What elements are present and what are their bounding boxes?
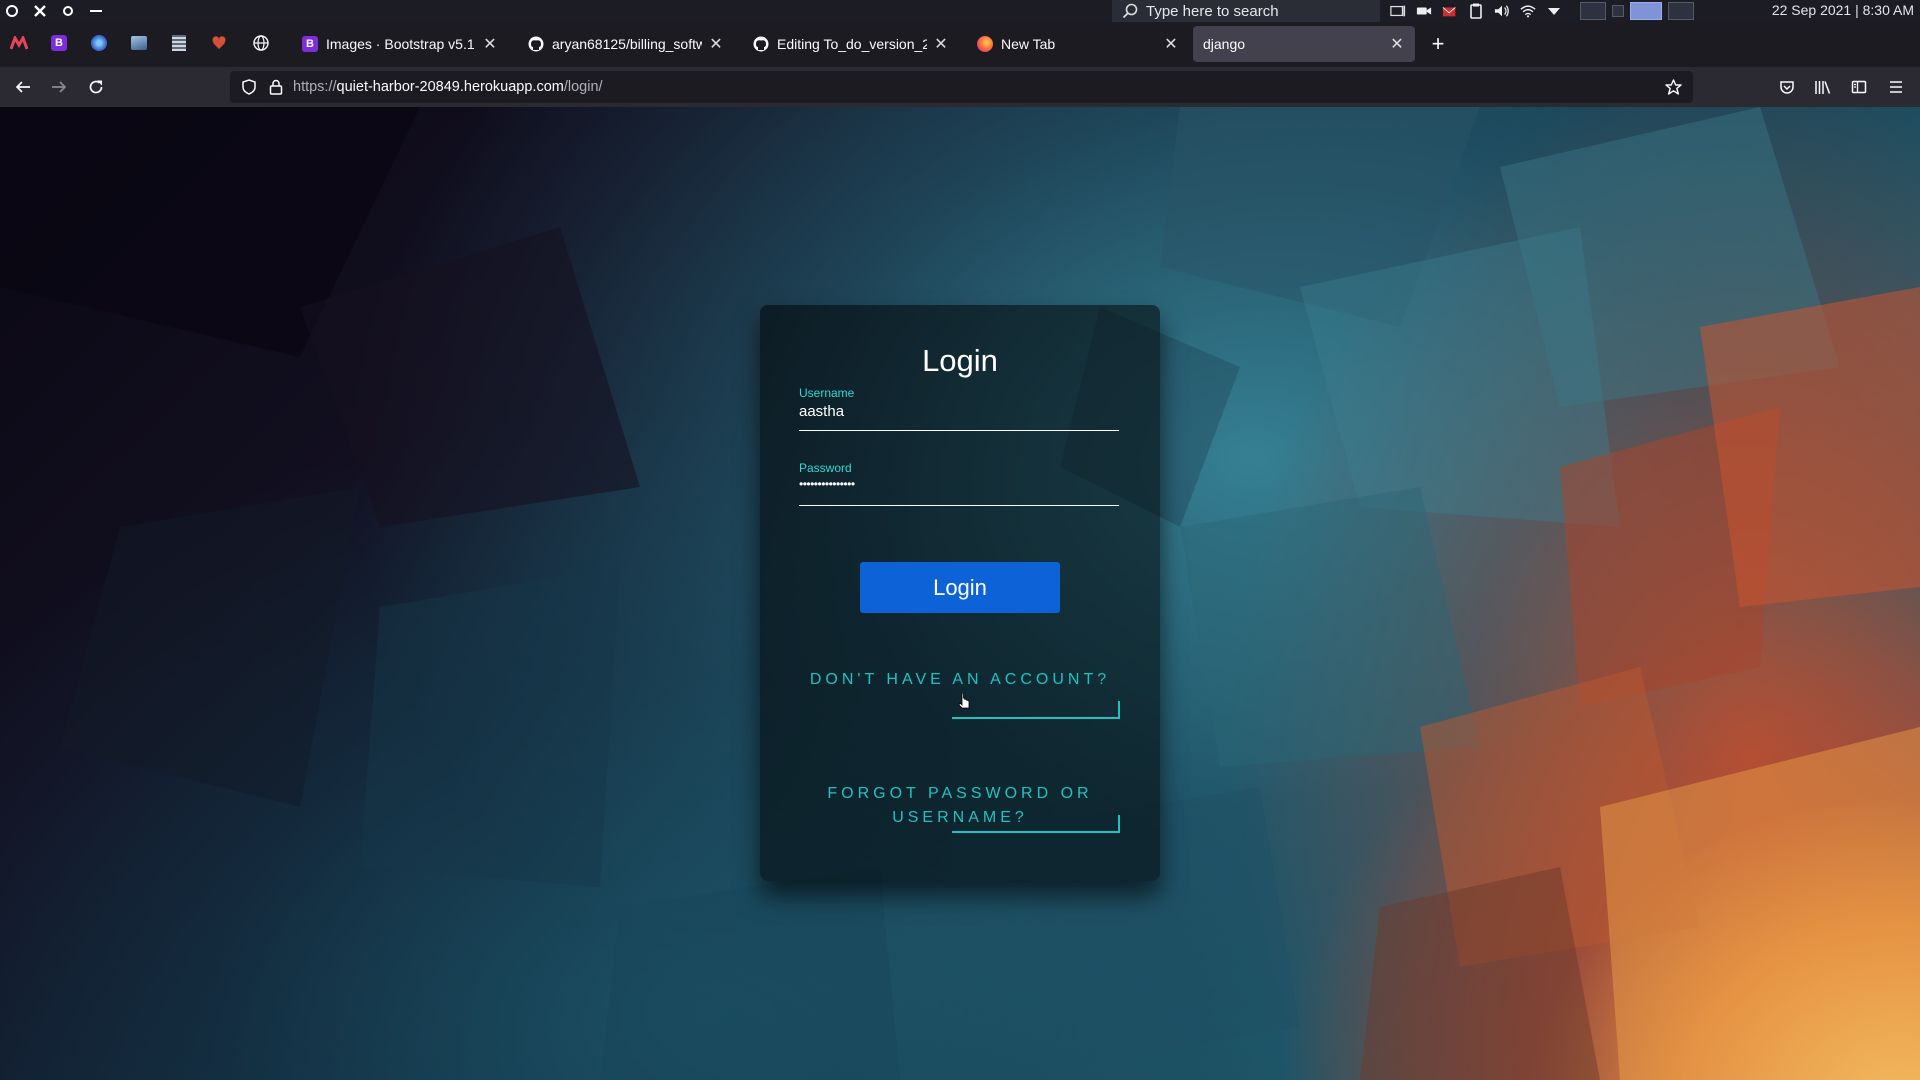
tab-bootstrap-images[interactable]: B Images · Bootstrap v5.1 ✕ xyxy=(292,26,508,62)
tab-title: django xyxy=(1203,36,1246,52)
forgot-link-underline xyxy=(952,831,1120,833)
tab-bar: B B Images · Bootstrap v5.1 ✕ aryan68125… xyxy=(0,22,1920,67)
search-icon xyxy=(1122,3,1138,19)
pinned-tab-3[interactable] xyxy=(88,32,110,54)
clipboard-icon[interactable] xyxy=(1468,3,1484,19)
username-underline xyxy=(799,430,1119,431)
github-icon xyxy=(528,36,544,52)
camera-icon[interactable] xyxy=(1416,4,1432,18)
shield-icon[interactable] xyxy=(241,79,257,95)
forgot-link-corner xyxy=(1118,815,1120,833)
workspace-switcher xyxy=(1580,2,1694,20)
pocket-icon[interactable] xyxy=(1775,75,1799,99)
login-card: Login Username aastha Password •••••••••… xyxy=(760,305,1160,881)
pinned-tab-1[interactable] xyxy=(8,32,30,54)
workspace-4[interactable] xyxy=(1668,2,1694,20)
library-icon[interactable] xyxy=(1811,75,1835,99)
password-label: Password xyxy=(799,461,852,475)
tab-close-icon[interactable]: ✕ xyxy=(1389,36,1405,53)
signup-link[interactable]: DON'T HAVE AN ACCOUNT? xyxy=(800,668,1120,692)
username-input[interactable]: aastha xyxy=(799,403,844,420)
pinned-tab-6[interactable] xyxy=(208,32,230,54)
url-bar[interactable]: https://quiet-harbor-20849.herokuapp.com… xyxy=(230,71,1693,103)
tab-close-icon[interactable]: ✕ xyxy=(708,36,724,53)
tab-github-editing[interactable]: Editing To_do_version_2/README ✕ xyxy=(743,26,959,62)
system-tray xyxy=(1390,0,1562,22)
username-label: Username xyxy=(799,386,855,400)
tab-title: New Tab xyxy=(1001,36,1056,52)
tab-title: Editing To_do_version_2/README xyxy=(777,36,927,52)
tab-close-icon[interactable]: ✕ xyxy=(1163,36,1179,53)
window-circle-icon[interactable] xyxy=(5,4,19,18)
signup-link-corner xyxy=(1118,701,1120,719)
workspace-3[interactable] xyxy=(1630,2,1662,20)
wifi-icon[interactable] xyxy=(1520,4,1536,18)
pinned-tab-2[interactable]: B xyxy=(48,32,70,54)
navigation-bar: https://quiet-harbor-20849.herokuapp.com… xyxy=(0,67,1920,107)
lock-icon[interactable] xyxy=(269,79,283,95)
url-host: quiet-harbor-20849.herokuapp.com xyxy=(336,79,564,95)
password-input[interactable]: ••••••••••••••• xyxy=(799,477,855,491)
password-underline xyxy=(799,505,1119,506)
heart-app-icon xyxy=(212,36,226,49)
tab-close-icon[interactable]: ✕ xyxy=(933,36,949,53)
mail-notification-icon[interactable] xyxy=(1442,4,1458,18)
image-app-icon xyxy=(131,36,147,50)
workspace-1[interactable] xyxy=(1580,2,1606,20)
menu-hamburger-icon[interactable] xyxy=(1884,75,1908,99)
bootstrap-icon: B xyxy=(302,36,318,52)
pinned-tab-4[interactable] xyxy=(128,32,150,54)
volume-icon[interactable] xyxy=(1494,4,1510,18)
tab-django[interactable]: django ✕ xyxy=(1193,26,1415,62)
screen-record-icon[interactable] xyxy=(1390,4,1406,18)
globe-icon xyxy=(253,35,269,51)
firefox-icon xyxy=(977,36,993,52)
tab-title: aryan68125/billing_software xyxy=(552,36,702,52)
pinned-tab-5[interactable] xyxy=(168,32,190,54)
login-title: Login xyxy=(922,343,998,378)
window-controls xyxy=(0,0,103,22)
tab-title: Images · Bootstrap v5.1 xyxy=(326,36,475,52)
mouse-cursor-icon xyxy=(958,693,970,709)
tab-new-tab[interactable]: New Tab ✕ xyxy=(967,26,1189,62)
os-search-box[interactable]: Type here to search xyxy=(1112,0,1380,22)
url-prefix: https:// xyxy=(293,79,337,95)
app-m-icon xyxy=(10,36,28,50)
github-icon xyxy=(753,36,769,52)
url-path: /login/ xyxy=(563,79,603,95)
tab-close-icon[interactable]: ✕ xyxy=(482,36,498,53)
sheet-app-icon xyxy=(172,35,186,51)
workspace-2[interactable] xyxy=(1612,5,1624,17)
sidebar-icon[interactable] xyxy=(1847,75,1871,99)
forward-arrow-icon[interactable] xyxy=(47,75,71,99)
new-tab-plus-icon[interactable]: + xyxy=(1426,31,1450,56)
circle-app-icon xyxy=(91,35,107,51)
window-close-icon[interactable] xyxy=(33,4,47,18)
bookmark-star-icon[interactable] xyxy=(1665,79,1682,96)
tab-github-billing[interactable]: aryan68125/billing_software ✕ xyxy=(518,26,734,62)
reload-icon[interactable] xyxy=(84,75,108,99)
login-page: Login Username aastha Password •••••••••… xyxy=(0,107,1920,1080)
pinned-tab-7[interactable] xyxy=(250,32,272,54)
login-button[interactable]: Login xyxy=(860,562,1060,613)
os-top-bar: Type here to search 22 Sep 2021 | 8:30 A… xyxy=(0,0,1920,22)
back-arrow-icon[interactable] xyxy=(11,75,35,99)
url-text: https://quiet-harbor-20849.herokuapp.com… xyxy=(293,79,603,95)
clock[interactable]: 22 Sep 2021 | 8:30 AM xyxy=(1772,2,1914,18)
bootstrap-icon: B xyxy=(51,35,67,51)
os-search-placeholder: Type here to search xyxy=(1146,2,1279,20)
tray-expand-icon[interactable] xyxy=(1546,4,1562,18)
signup-link-underline xyxy=(952,717,1120,719)
window-maximize-icon[interactable] xyxy=(61,4,75,18)
forgot-password-link[interactable]: FORGOT PASSWORD OR USERNAME? xyxy=(800,782,1120,830)
window-minimize-icon[interactable] xyxy=(89,4,103,18)
